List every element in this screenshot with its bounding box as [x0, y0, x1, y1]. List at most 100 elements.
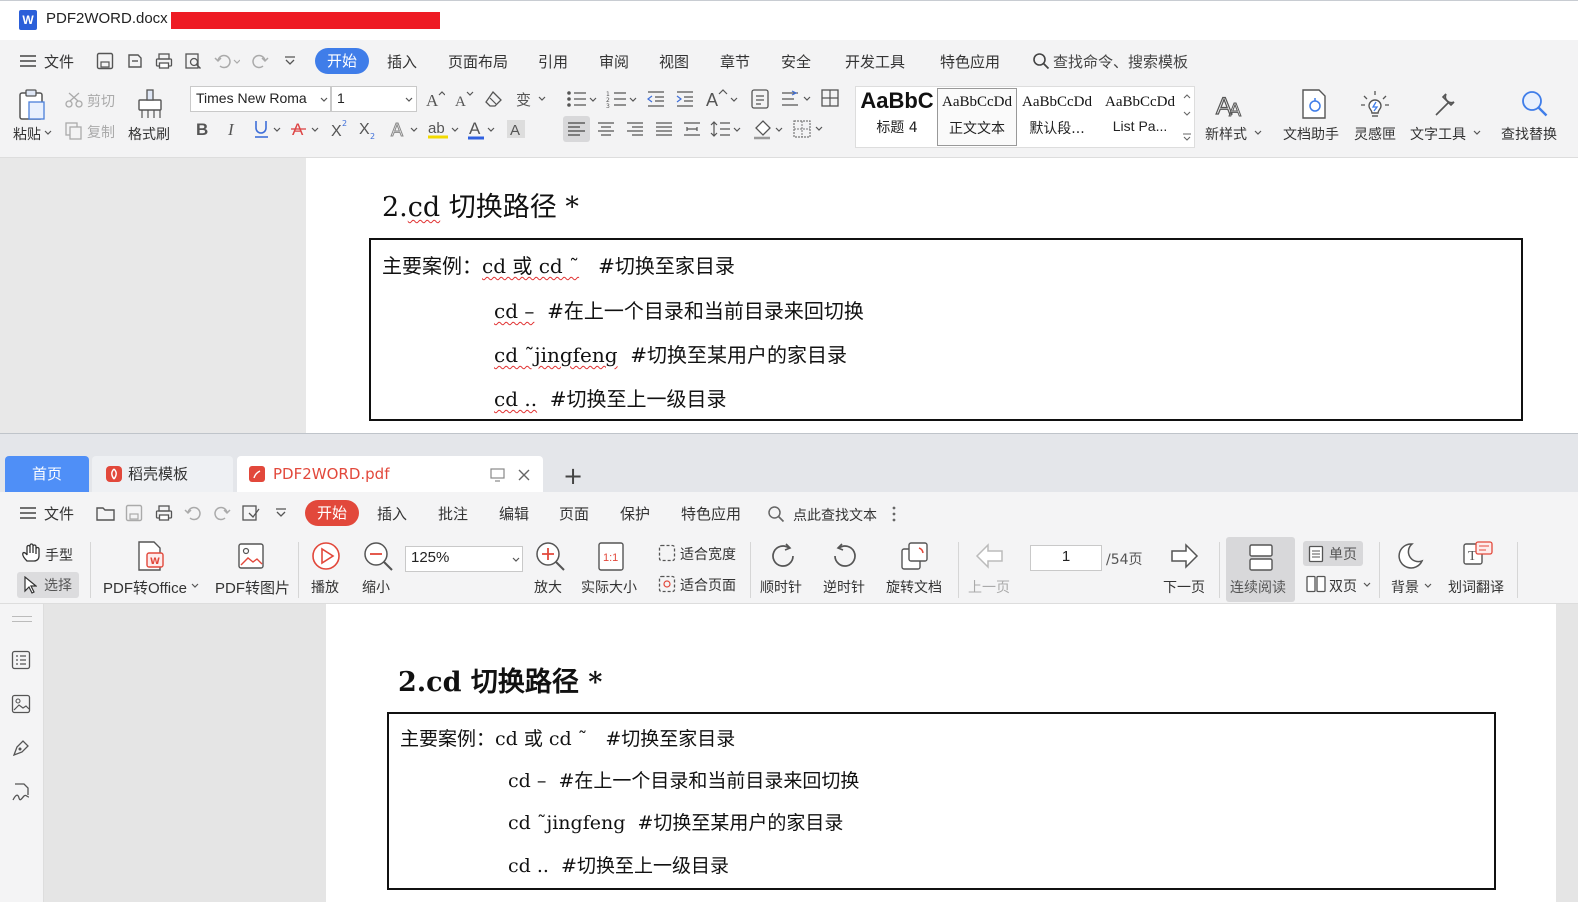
pdf-redo-icon[interactable]	[213, 505, 231, 521]
shading-icon[interactable]	[752, 118, 784, 140]
pdf-tab-special-apps[interactable]: 特色应用	[681, 503, 741, 524]
align-center-icon[interactable]	[596, 120, 616, 138]
pdf-to-office-icon[interactable]: W	[135, 540, 167, 572]
word-tab-review[interactable]: 审阅	[599, 51, 629, 72]
line-spacing-icon[interactable]	[710, 120, 742, 138]
bookmark-outline-icon[interactable]	[11, 650, 31, 670]
word-tab-home[interactable]: 开始	[315, 48, 369, 74]
new-tab-button[interactable]: +	[563, 462, 583, 490]
style-heading4[interactable]: AaBbC 标题 4	[858, 88, 936, 146]
strikethrough-icon[interactable]: A	[291, 118, 321, 140]
word-tab-security[interactable]: 安全	[781, 51, 811, 72]
decrease-indent-icon[interactable]	[646, 90, 666, 108]
zoom-dropdown-icon[interactable]	[512, 557, 520, 563]
word-tab-insert[interactable]: 插入	[387, 51, 417, 72]
hamburger-icon[interactable]	[19, 53, 37, 69]
pdf-to-office-button[interactable]: PDF转Office	[103, 577, 187, 598]
more-options-icon[interactable]	[891, 506, 897, 522]
format-painter-icon[interactable]	[136, 88, 164, 120]
rotate-clockwise-button[interactable]: 顺时针	[760, 577, 802, 597]
highlight-icon[interactable]: ab	[427, 118, 461, 140]
numbering-icon[interactable]: 123	[606, 90, 638, 108]
new-style-button[interactable]: 新样式	[1205, 124, 1247, 144]
text-tools-icon[interactable]	[1430, 88, 1460, 120]
fit-page-icon[interactable]	[658, 575, 676, 593]
open-folder-icon[interactable]	[96, 504, 116, 522]
pdf-to-image-icon[interactable]	[236, 540, 266, 572]
fit-width-icon[interactable]	[658, 544, 676, 562]
word-file-menu[interactable]: 文件	[44, 51, 74, 72]
justify-icon[interactable]	[654, 120, 674, 138]
clear-format-icon[interactable]	[484, 90, 504, 108]
change-case-icon[interactable]: A	[705, 88, 741, 110]
pdf-export-icon[interactable]	[241, 504, 261, 522]
double-page-icon[interactable]	[1306, 575, 1326, 593]
style-list-paragraph[interactable]: AaBbCcDd List Pa...	[1100, 88, 1180, 146]
zoom-out-icon[interactable]	[362, 540, 394, 572]
fit-page-button[interactable]: 适合页面	[680, 575, 736, 595]
sort-icon[interactable]	[780, 89, 812, 109]
shrink-font-icon[interactable]: A	[454, 89, 474, 109]
chinese-layout-icon[interactable]	[750, 88, 770, 110]
page-number-input[interactable]: 1	[1030, 545, 1102, 571]
single-page-button[interactable]: 单页	[1303, 541, 1363, 566]
style-gallery-scroll-icon[interactable]	[1181, 88, 1193, 144]
copy-button[interactable]: 复制	[87, 122, 115, 142]
pdf-tab-edit[interactable]: 编辑	[499, 503, 529, 524]
doc-assistant-icon[interactable]	[1299, 88, 1329, 120]
background-dropdown-icon[interactable]	[1424, 583, 1432, 589]
table-border-icon[interactable]	[820, 88, 840, 108]
font-color-icon[interactable]: A	[467, 118, 497, 140]
new-style-icon[interactable]: AA	[1214, 88, 1248, 120]
align-right-icon[interactable]	[625, 120, 645, 138]
grow-font-icon[interactable]: A	[425, 89, 445, 109]
rotate-clockwise-icon[interactable]	[767, 540, 799, 572]
window-icon[interactable]	[490, 468, 506, 482]
char-shading-icon[interactable]: A	[506, 119, 526, 139]
rotate-counter-clockwise-icon[interactable]	[829, 540, 861, 572]
close-tab-icon[interactable]	[517, 468, 531, 482]
rotate-document-button[interactable]: 旋转文档	[886, 577, 942, 597]
word-tab-view[interactable]: 视图	[659, 51, 689, 72]
font-size-dropdown-icon[interactable]	[405, 97, 413, 103]
pdf-tab-home[interactable]: 开始	[305, 500, 359, 526]
export-icon[interactable]	[126, 52, 144, 70]
font-name-select[interactable]: Times New Roma	[190, 86, 331, 112]
increase-indent-icon[interactable]	[675, 90, 695, 108]
word-search-command[interactable]: 查找命令、搜索模板	[1053, 51, 1188, 72]
borders-icon[interactable]	[792, 119, 824, 139]
tab-home[interactable]: 首页	[5, 456, 89, 492]
cut-icon[interactable]	[65, 92, 83, 108]
text-tools-dropdown-icon[interactable]	[1473, 130, 1481, 136]
inspiration-icon[interactable]	[1360, 88, 1390, 120]
paste-dropdown-icon[interactable]	[44, 130, 52, 136]
style-body-text[interactable]: AaBbCcDd 正文文本	[937, 88, 1017, 146]
tab-pdf-file[interactable]: PDF2WORD.pdf	[237, 456, 543, 492]
zoom-out-button[interactable]: 缩小	[362, 577, 390, 597]
word-tab-page-layout[interactable]: 页面布局	[448, 51, 508, 72]
italic-icon[interactable]: I	[228, 120, 234, 140]
fit-width-button[interactable]: 适合宽度	[680, 544, 736, 564]
zoom-in-icon[interactable]	[534, 540, 566, 572]
tab-template[interactable]: 稻壳模板	[92, 456, 233, 492]
quick-access-dropdown-icon[interactable]	[284, 56, 296, 66]
double-page-dropdown-icon[interactable]	[1363, 582, 1371, 588]
inspiration-button[interactable]: 灵感匣	[1354, 124, 1396, 144]
print-icon[interactable]	[155, 52, 173, 70]
pdf-file-menu[interactable]: 文件	[44, 503, 74, 524]
paste-icon[interactable]	[16, 88, 48, 122]
print-preview-icon[interactable]	[184, 52, 202, 70]
find-replace-icon[interactable]	[1519, 88, 1549, 120]
double-page-button[interactable]: 双页	[1329, 576, 1357, 596]
next-page-icon[interactable]	[1168, 542, 1200, 570]
phonetic-guide-icon[interactable]: 变	[516, 90, 546, 108]
bold-icon[interactable]: B	[196, 120, 208, 140]
next-page-button[interactable]: 下一页	[1163, 577, 1205, 597]
pdf-save-icon[interactable]	[125, 504, 143, 522]
font-name-dropdown-icon[interactable]	[320, 97, 328, 103]
new-style-dropdown-icon[interactable]	[1254, 130, 1262, 136]
pdf-tab-insert[interactable]: 插入	[377, 503, 407, 524]
pdf-quick-access-dropdown-icon[interactable]	[275, 508, 287, 518]
pdf-tab-protect[interactable]: 保护	[620, 503, 650, 524]
pdf-print-icon[interactable]	[155, 504, 173, 522]
